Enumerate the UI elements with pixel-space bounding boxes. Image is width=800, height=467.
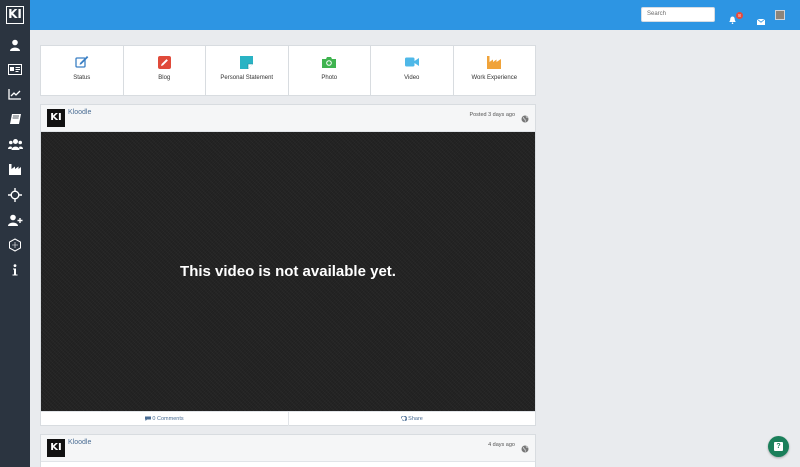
post-type-status[interactable]: Status (41, 46, 124, 95)
globe-icon (521, 440, 529, 458)
post-type-bar: Status Blog Personal Statement Photo Vid… (40, 45, 536, 96)
post-type-label: Status (73, 75, 91, 81)
video-unavailable-message: This video is not available yet. (180, 263, 396, 280)
sidebar: KI (0, 0, 30, 467)
comment-icon (144, 416, 151, 422)
crosshair-icon[interactable] (6, 186, 24, 204)
post-type-label: Video (404, 75, 420, 81)
post-time: Posted 3 days ago (469, 112, 515, 118)
users-icon[interactable] (6, 135, 24, 153)
author-name[interactable]: Kloodle (68, 109, 91, 116)
author-avatar[interactable]: KI (47, 439, 65, 457)
search-input[interactable]: Search (641, 7, 715, 22)
post-type-label: Personal Statement (220, 75, 274, 81)
id-card-icon[interactable] (6, 60, 24, 78)
globe-icon (521, 110, 529, 128)
share-icon (400, 416, 407, 422)
industry-icon[interactable] (6, 160, 24, 178)
help-button[interactable]: ? (768, 436, 789, 457)
user-plus-icon[interactable] (6, 211, 24, 229)
notification-badge: 8 (736, 12, 743, 19)
chart-line-icon[interactable] (6, 85, 24, 103)
video-player[interactable]: This video is not available yet. (41, 132, 535, 411)
post-actions: 0 Comments Share (41, 411, 535, 426)
post-type-video[interactable]: Video (371, 46, 454, 95)
author-name[interactable]: Kloodle (68, 439, 91, 446)
share-button[interactable]: Share (289, 412, 536, 426)
post-card: KI Kloodle 4 days ago (40, 434, 536, 467)
post-type-work-experience[interactable]: Work Experience (454, 46, 536, 95)
hexagon-icon[interactable] (6, 236, 24, 254)
post-header: KI Kloodle Posted 3 days ago (41, 105, 535, 132)
post-type-personal-statement[interactable]: Personal Statement (206, 46, 289, 95)
post-type-photo[interactable]: Photo (289, 46, 371, 95)
mail-icon[interactable] (756, 12, 766, 30)
kloodle-logo[interactable]: KI (6, 6, 24, 24)
author-avatar[interactable]: KI (47, 109, 65, 127)
comments-label: 0 Comments (152, 416, 184, 422)
post-type-blog[interactable]: Blog (124, 46, 206, 95)
post-card: KI Kloodle Posted 3 days ago This video … (40, 104, 536, 426)
edit-icon (75, 55, 89, 69)
pencil-icon (157, 55, 171, 69)
camera-icon (322, 55, 337, 69)
share-label: Share (408, 416, 423, 422)
bell-icon[interactable] (729, 11, 736, 29)
help-icon: ? (774, 442, 783, 451)
post-time: 4 days ago (488, 442, 515, 448)
post-type-label: Photo (321, 75, 338, 81)
user-avatar[interactable] (775, 10, 785, 20)
industry-icon (487, 55, 502, 69)
sticky-note-icon (240, 55, 254, 69)
info-icon[interactable] (6, 261, 24, 279)
user-icon[interactable] (6, 36, 24, 54)
comments-button[interactable]: 0 Comments (41, 412, 289, 426)
post-header: KI Kloodle 4 days ago (41, 435, 535, 462)
video-icon (404, 55, 419, 69)
post-type-label: Work Experience (471, 75, 518, 81)
post-type-label: Blog (158, 75, 171, 81)
book-icon[interactable] (6, 110, 24, 128)
